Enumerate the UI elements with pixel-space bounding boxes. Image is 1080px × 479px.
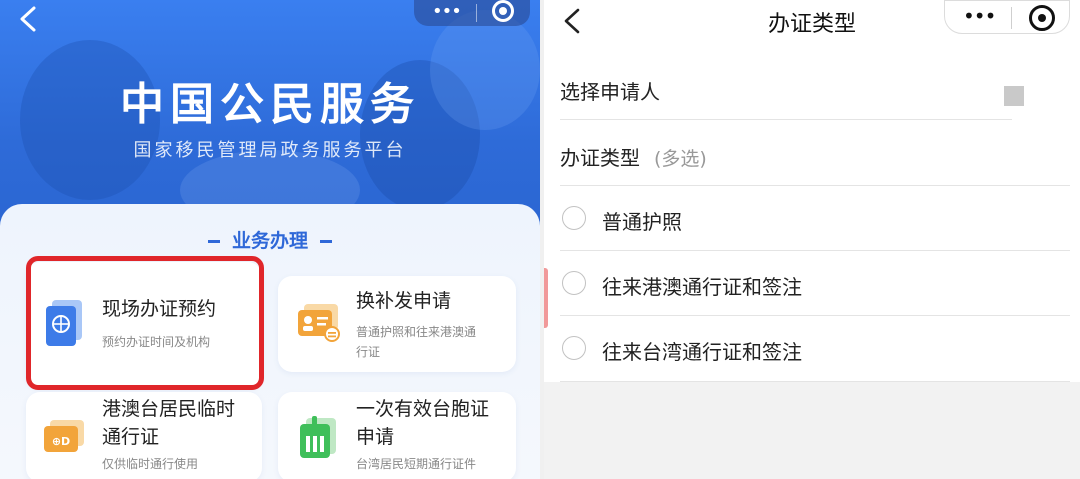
- option-row-hk-macao-permit[interactable]: 往来港澳通行证和签注: [560, 251, 1070, 316]
- option-label: 往来港澳通行证和签注: [602, 275, 802, 299]
- service-single-entry-permit[interactable]: 一次有效台胞证 申请 台湾居民短期通行证件: [278, 392, 516, 479]
- service-desc-line1: 普通护照和往来港澳通: [356, 325, 477, 339]
- edge-accent: [544, 268, 548, 328]
- single-entry-permit-icon: [300, 416, 336, 458]
- title-dash-right: [320, 240, 332, 243]
- capsule-divider: [1011, 7, 1012, 29]
- close-miniprogram-icon[interactable]: [492, 0, 514, 22]
- hero-title: 中国公民服务: [120, 79, 420, 130]
- placeholder-square-icon: [1004, 86, 1024, 106]
- service-desc: 仅供临时通行使用: [102, 457, 199, 471]
- cert-type-header-row: 办证类型 (多选): [560, 122, 1070, 186]
- miniprogram-capsule: •••: [414, 0, 530, 26]
- cert-type-label-text: 办证类型: [560, 146, 640, 170]
- service-temporary-pass[interactable]: ⊕D 港澳台居民临时 通行证 仅供临时通行使用: [26, 392, 262, 479]
- service-desc: 台湾居民短期通行证件: [356, 457, 477, 471]
- service-name-line2: 通行证: [102, 426, 160, 448]
- option-label: 往来台湾通行证和签注: [602, 340, 802, 364]
- temporary-pass-icon: ⊕D: [44, 420, 84, 452]
- certificate-type-screen: 办证类型 ••• 选择申请人 办证类型 (多选) 普通护照 往来港澳通行证和签注 …: [544, 0, 1080, 479]
- nav-bar: 办证类型 •••: [544, 0, 1080, 44]
- section-title-text: 业务办理: [231, 230, 308, 252]
- svg-text:⊕D: ⊕D: [52, 435, 70, 448]
- service-name-line1: 港澳台居民临时: [102, 398, 236, 420]
- service-name-line1: 一次有效台胞证: [356, 398, 490, 420]
- checkbox-circle[interactable]: [562, 206, 586, 230]
- miniprogram-capsule: •••: [944, 0, 1070, 34]
- close-miniprogram-icon[interactable]: [1029, 5, 1055, 31]
- option-row-taiwan-permit[interactable]: 往来台湾通行证和签注: [560, 316, 1070, 382]
- id-card-icon: [298, 304, 340, 342]
- title-dash-left: [207, 240, 220, 243]
- select-applicant-label: 选择申请人: [560, 80, 660, 104]
- option-label: 普通护照: [602, 210, 682, 234]
- multi-select-hint: (多选): [654, 148, 707, 170]
- service-name: 换补发申请: [356, 290, 452, 312]
- highlight-box: [26, 256, 264, 390]
- service-replacement-application[interactable]: 换补发申请 普通护照和往来港澳通 行证: [278, 276, 516, 372]
- capsule-divider: [476, 4, 477, 22]
- empty-area: [544, 382, 1080, 479]
- select-applicant-row[interactable]: 选择申请人: [560, 60, 1012, 120]
- service-desc-line2: 行证: [356, 345, 381, 359]
- checkbox-circle[interactable]: [562, 336, 586, 360]
- back-arrow-icon[interactable]: [14, 4, 44, 34]
- section-title: 业务办理: [0, 226, 540, 253]
- service-home-screen: ••• 中国公民服务 国家移民管理局政务服务平台 业务办理 现场办证预约 预约办…: [0, 0, 540, 479]
- option-row-passport[interactable]: 普通护照: [560, 186, 1070, 251]
- more-icon[interactable]: •••: [963, 6, 996, 26]
- more-icon[interactable]: •••: [432, 3, 462, 21]
- cert-type-label: 办证类型 (多选): [560, 142, 707, 171]
- hero-subtitle: 国家移民管理局政务服务平台: [133, 140, 407, 161]
- service-name-line2: 申请: [356, 426, 395, 448]
- checkbox-circle[interactable]: [562, 271, 586, 295]
